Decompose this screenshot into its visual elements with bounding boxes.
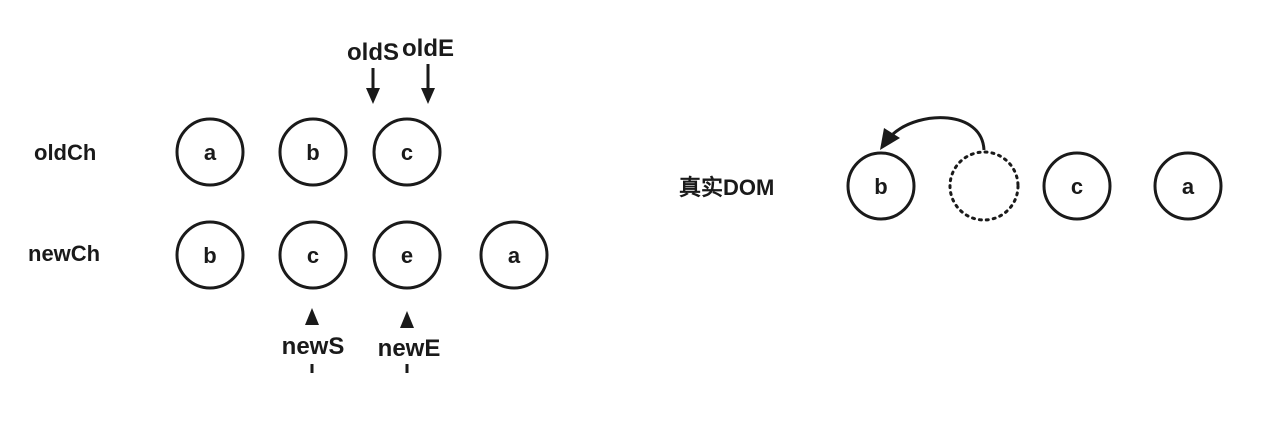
new-child-label: c: [307, 243, 319, 268]
old-end-pointer-label: oldE: [402, 35, 454, 62]
new-child-label: e: [401, 243, 413, 268]
new-child-node: c: [278, 220, 348, 290]
old-children-label: oldCh: [34, 140, 96, 165]
move-arrow-icon: [880, 116, 986, 151]
old-start-pointer-label: oldS: [347, 39, 399, 66]
real-dom-node: c: [1042, 151, 1112, 221]
new-child-node: a: [479, 220, 549, 290]
new-start-pointer-label: newS: [282, 333, 345, 360]
old-child-label: c: [401, 140, 413, 165]
old-start-arrow-icon: [366, 68, 380, 104]
real-dom-empty-slot: [948, 150, 1020, 222]
new-child-label: b: [203, 243, 216, 268]
real-dom-label: 真实DOM: [679, 175, 774, 200]
new-end-pointer-label: newE: [378, 335, 441, 362]
new-child-node: b: [175, 220, 245, 290]
vdom-diff-diagram: oldCh newCh a b c b c e a oldS oldE newS…: [28, 35, 1223, 373]
real-dom-node: a: [1153, 151, 1223, 221]
real-dom-node: b: [846, 151, 916, 221]
old-child-label: b: [306, 140, 319, 165]
old-child-node: a: [175, 117, 245, 187]
old-child-node: c: [372, 117, 442, 187]
old-child-label: a: [204, 140, 217, 165]
old-end-arrow-icon: [421, 64, 435, 104]
old-child-node: b: [278, 117, 348, 187]
new-child-node: e: [372, 220, 442, 290]
new-children-label: newCh: [28, 241, 100, 266]
new-child-label: a: [508, 243, 521, 268]
real-dom-node-label: b: [874, 174, 887, 199]
real-dom-node-label: a: [1182, 174, 1195, 199]
real-dom-node-label: c: [1071, 174, 1083, 199]
